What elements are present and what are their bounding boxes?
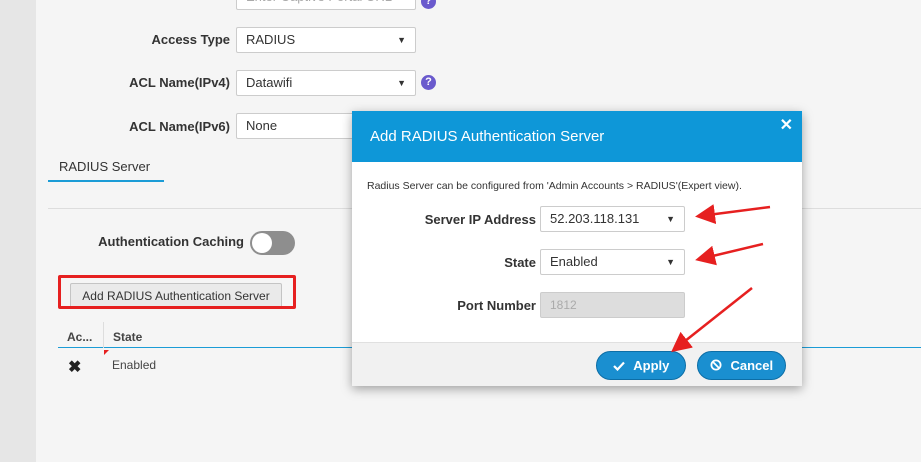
chevron-down-icon: ▼ [666, 214, 675, 224]
chevron-down-icon: ▼ [397, 78, 406, 88]
column-header-action[interactable]: Ac... [67, 330, 92, 344]
row-marker [104, 350, 109, 355]
acl-ipv4-select[interactable]: Datawifi ▼ [236, 70, 416, 96]
server-ip-value: 52.203.118.131 [550, 211, 640, 226]
acl-ipv4-value: Datawifi [246, 75, 293, 90]
column-separator [103, 322, 104, 348]
left-strip [0, 0, 36, 462]
access-type-value: RADIUS [246, 32, 296, 47]
close-icon[interactable]: ✖ [68, 357, 81, 377]
dialog-note: Radius Server can be configured from 'Ad… [367, 180, 742, 192]
close-icon[interactable]: ✕ [780, 115, 793, 135]
tab-active-indicator [48, 180, 164, 182]
captive-portal-url-input[interactable]: Enter Captive Portal URL [236, 0, 416, 10]
acl-ipv6-value: None [246, 118, 278, 133]
cancel-label: Cancel [730, 358, 774, 373]
dialog-header: Add RADIUS Authentication Server ✕ [352, 111, 802, 162]
port-number-input[interactable]: 1812 [540, 292, 685, 318]
server-ip-select[interactable]: 52.203.118.131 ▼ [540, 206, 685, 232]
apply-button[interactable]: Apply [596, 351, 686, 380]
state-label: State [504, 255, 536, 270]
state-value: Enabled [550, 254, 598, 269]
check-icon [612, 358, 629, 373]
auth-caching-label: Authentication Caching [98, 234, 244, 249]
cancel-button[interactable]: Cancel [697, 351, 786, 380]
auth-caching-toggle[interactable] [250, 231, 295, 255]
tab-radius-server[interactable]: RADIUS Server [59, 159, 150, 174]
dialog-title: Add RADIUS Authentication Server [370, 128, 605, 145]
acl-ipv4-label: ACL Name(IPv4) [129, 75, 230, 90]
help-icon[interactable]: ? [421, 75, 436, 90]
chevron-down-icon: ▼ [397, 35, 406, 45]
access-type-label: Access Type [151, 32, 230, 47]
toggle-knob [252, 233, 272, 253]
port-label: Port Number [457, 298, 536, 313]
ban-icon [710, 358, 726, 373]
chevron-down-icon: ▼ [666, 257, 675, 267]
annotation-highlight-box [58, 275, 296, 309]
server-ip-label: Server IP Address [424, 212, 536, 227]
table-cell-state: Enabled [112, 358, 157, 372]
column-header-state[interactable]: State [113, 330, 142, 344]
state-select[interactable]: Enabled ▼ [540, 249, 685, 275]
access-type-select[interactable]: RADIUS ▼ [236, 27, 416, 53]
acl-ipv6-label: ACL Name(IPv6) [129, 119, 230, 134]
apply-label: Apply [633, 358, 670, 373]
add-radius-server-dialog: Add RADIUS Authentication Server ✕ Radiu… [352, 111, 802, 386]
